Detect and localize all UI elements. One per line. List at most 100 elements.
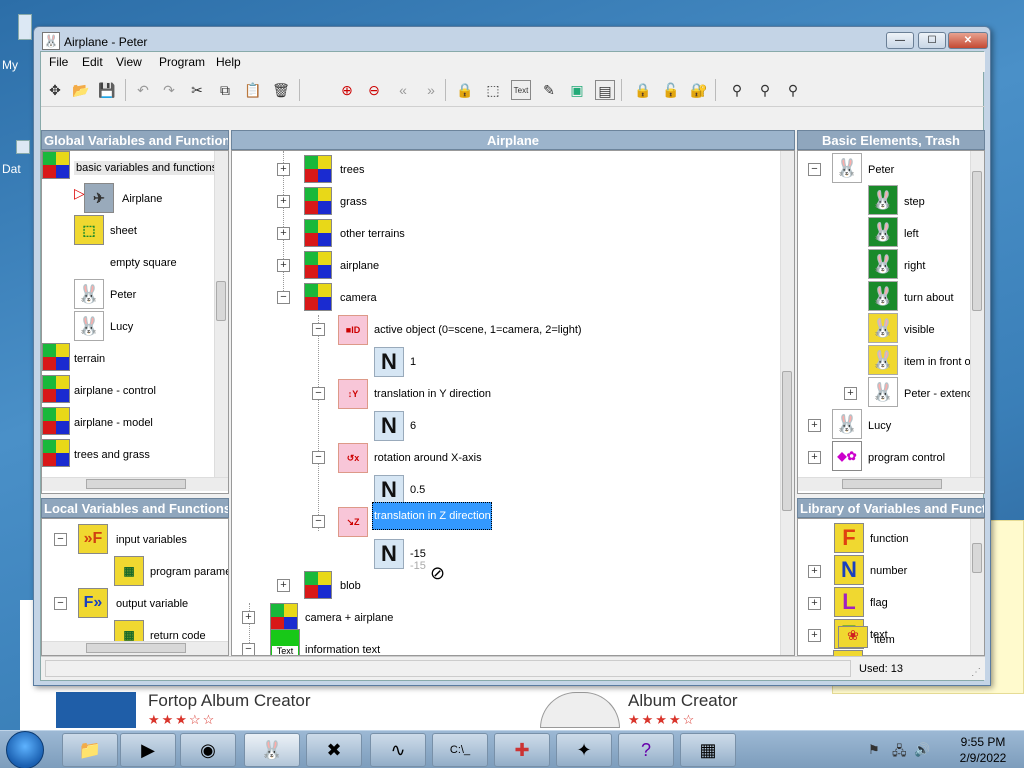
task-notes-app[interactable]: ▦ [680, 733, 736, 767]
expand-icon[interactable]: + [808, 597, 821, 610]
select-icon[interactable]: ⬚ [483, 80, 503, 100]
library-item[interactable]: item [874, 634, 895, 646]
image-icon[interactable]: ▣ [567, 80, 587, 100]
expand-icon[interactable]: + [844, 387, 857, 400]
expand-icon[interactable]: + [808, 629, 821, 642]
tree-item[interactable]: terrain [74, 353, 105, 365]
save-icon[interactable]: 💾 [97, 80, 117, 100]
zoom-out-icon[interactable]: ⊖ [364, 80, 384, 100]
menu-view[interactable]: View [116, 55, 142, 69]
tree-item[interactable]: right [904, 260, 925, 272]
tree-item[interactable]: program parameter [150, 566, 228, 578]
find-next-icon[interactable]: ⚲ [755, 80, 775, 100]
collapse-icon[interactable]: − [312, 515, 325, 528]
collapse-icon[interactable]: − [312, 387, 325, 400]
expand-icon[interactable]: + [277, 195, 290, 208]
library-item[interactable]: function [870, 533, 909, 545]
open-icon[interactable]: 📂 [71, 80, 91, 100]
tree-item[interactable]: Peter [868, 164, 894, 176]
task-chrome[interactable]: ◉ [180, 733, 236, 767]
tree-item-active-object[interactable]: active object (0=scene, 1=camera, 2=ligh… [374, 324, 582, 336]
find-replace-icon[interactable]: ⚲ [783, 80, 803, 100]
lock-icon[interactable]: 🔒 [455, 80, 475, 100]
task-bunny-app[interactable]: 🐰 [244, 733, 300, 767]
tree-item[interactable]: Lucy [868, 420, 891, 432]
expand-icon[interactable]: + [277, 163, 290, 176]
expand-icon[interactable]: + [277, 227, 290, 240]
redo-icon[interactable]: ↷ [159, 80, 179, 100]
tree-item-grass[interactable]: grass [340, 196, 367, 208]
expand-icon[interactable]: + [808, 451, 821, 464]
edit-icon[interactable]: ✎ [539, 80, 559, 100]
task-cross-app[interactable]: ✚ [494, 733, 550, 767]
tree-item[interactable]: item in front of [904, 356, 974, 368]
tree-item-trees[interactable]: trees [340, 164, 364, 176]
tree-item[interactable]: airplane - control [74, 385, 156, 397]
desktop-icon[interactable] [16, 140, 30, 154]
collapse-icon[interactable]: − [54, 533, 67, 546]
tree-item-information-text[interactable]: information text [305, 644, 380, 655]
product-title[interactable]: Fortop Album Creator [148, 691, 311, 711]
expand-icon[interactable]: + [242, 611, 255, 624]
product-title[interactable]: Album Creator [628, 691, 738, 711]
run-icon[interactable]: ✥ [45, 80, 65, 100]
collapse-icon[interactable]: − [312, 451, 325, 464]
desktop-icon[interactable] [18, 14, 32, 40]
vertical-scrollbar[interactable] [214, 151, 228, 477]
copy-icon[interactable]: ⧉ [215, 80, 235, 100]
task-film-app[interactable]: ✦ [556, 733, 612, 767]
paste-icon[interactable]: 📋 [243, 80, 263, 100]
collapse-icon[interactable]: − [54, 597, 67, 610]
tree-item-camera-airplane[interactable]: camera + airplane [305, 612, 393, 624]
lock-arrow-icon[interactable]: 🔐 [689, 80, 709, 100]
menu-help[interactable]: Help [216, 55, 241, 69]
network-icon[interactable]: 🖧 [892, 742, 907, 764]
library-item[interactable]: flag [870, 597, 888, 609]
volume-icon[interactable]: 🔊 [914, 742, 930, 758]
back-icon[interactable]: « [393, 80, 413, 100]
lock-yellow-icon[interactable]: 🔒 [633, 80, 653, 100]
tree-item[interactable]: trees and grass [74, 449, 150, 461]
delete-icon[interactable]: 🗑 [271, 80, 291, 100]
task-command-prompt[interactable]: C:\_ [432, 733, 488, 767]
horizontal-scrollbar[interactable] [798, 477, 984, 491]
collapse-icon[interactable]: − [312, 323, 325, 336]
undo-icon[interactable]: ↶ [133, 80, 153, 100]
minimize-button[interactable]: — [886, 32, 914, 49]
cut-icon[interactable]: ✂ [187, 80, 207, 100]
clock[interactable]: 9:55 PM 2/9/2022 [948, 734, 1018, 766]
tree-item[interactable]: Lucy [110, 321, 133, 333]
zoom-in-icon[interactable]: ⊕ [337, 80, 357, 100]
tree-item-airplane[interactable]: airplane [340, 260, 379, 272]
expand-icon[interactable]: + [808, 419, 821, 432]
tree-item-camera[interactable]: camera [340, 292, 377, 304]
flag-icon[interactable]: ⚑ [868, 742, 880, 758]
library-item[interactable]: number [870, 565, 907, 577]
collapse-icon[interactable]: − [242, 643, 255, 655]
tree-item[interactable]: step [904, 196, 925, 208]
tree-item-blob[interactable]: blob [340, 580, 361, 592]
horizontal-scrollbar[interactable] [42, 641, 228, 655]
menu-edit[interactable]: Edit [82, 55, 103, 69]
expand-icon[interactable]: + [277, 579, 290, 592]
tree-item[interactable]: turn about [904, 292, 954, 304]
collapse-icon[interactable]: − [277, 291, 290, 304]
tree-item[interactable]: sheet [110, 225, 137, 237]
tree-item[interactable]: program control [868, 452, 945, 464]
tree-item[interactable]: Peter [110, 289, 136, 301]
tree-item[interactable]: Airplane [122, 193, 162, 205]
tree-item-rotation-x[interactable]: rotation around X-axis [374, 452, 482, 464]
tree-item[interactable]: visible [904, 324, 935, 336]
tree-item-translation-y[interactable]: translation in Y direction [374, 388, 491, 400]
task-help-app[interactable]: ? [618, 733, 674, 767]
text-icon[interactable]: Text [511, 80, 531, 100]
menu-program[interactable]: Program [159, 55, 205, 69]
menu-file[interactable]: File [49, 55, 68, 69]
maximize-button[interactable]: ☐ [918, 32, 946, 49]
vertical-scrollbar[interactable] [970, 519, 984, 655]
task-explorer[interactable]: 📁 [62, 733, 118, 767]
vertical-scrollbar[interactable] [780, 151, 794, 655]
task-media-player[interactable]: ▶ [120, 733, 176, 767]
close-button[interactable]: ✕ [948, 32, 988, 49]
task-oscilloscope[interactable]: ∿ [370, 733, 426, 767]
